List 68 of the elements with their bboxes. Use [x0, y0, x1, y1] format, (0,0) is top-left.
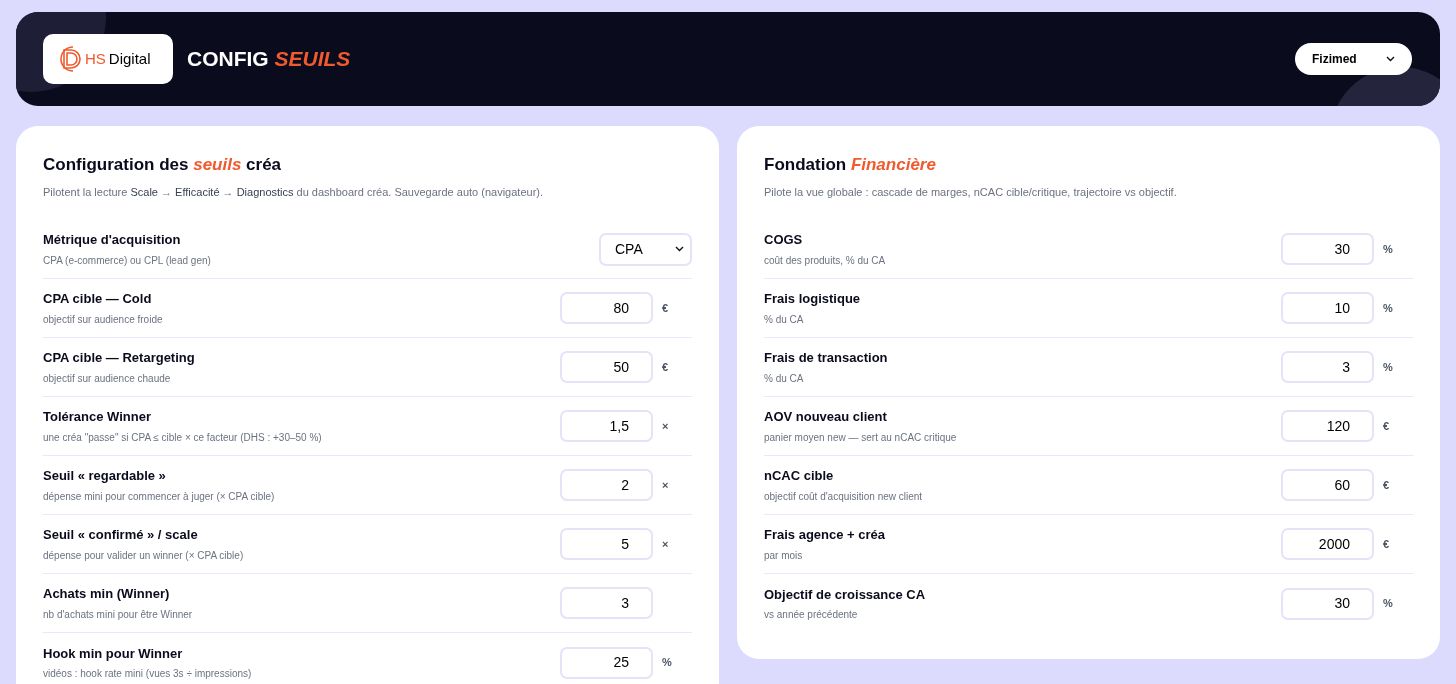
unit-label: %: [661, 655, 673, 671]
number-input[interactable]: 30: [1281, 587, 1374, 620]
setting-label: Métrique d'acquisition: [43, 231, 182, 250]
metric-select[interactable]: CPA: [599, 232, 692, 266]
setting-label: nCAC cible: [764, 467, 835, 486]
unit-label: €: [1382, 536, 1391, 552]
number-input[interactable]: 2000: [1281, 528, 1374, 560]
card-subtitle: Pilote la vue globale : cascade de marges, nCAC cible/critique, trajectoire vs objectif.: [764, 184, 1178, 200]
number-input[interactable]: 80: [560, 292, 653, 324]
setting-hint: dépense mini pour commencer à juger (× CPA cible): [43, 489, 276, 504]
card-title: Fondation Financière: [764, 154, 937, 176]
number-input[interactable]: 3: [1281, 351, 1374, 383]
setting-label: AOV nouveau client: [764, 408, 888, 427]
page-title: CONFIG SEUILS: [187, 46, 351, 73]
chevron-down-icon: [1386, 56, 1395, 62]
setting-hint: vidéos : hook rate mini (vues 3s ÷ impressions): [43, 667, 253, 682]
number-input[interactable]: 3: [560, 587, 653, 619]
setting-label: Objectif de croissance CA: [764, 585, 927, 604]
setting-label: Seuil « regardable »: [43, 467, 167, 486]
setting-hint: nb d'achats mini pour être Winner: [43, 607, 194, 622]
setting-hint: % du CA: [764, 312, 805, 327]
unit-label: €: [661, 300, 670, 316]
number-input[interactable]: 30: [1281, 233, 1374, 265]
number-input[interactable]: 25: [560, 646, 653, 679]
unit-label: €: [1382, 418, 1391, 434]
client-select[interactable]: Fizimed: [1295, 43, 1412, 75]
setting-label: Tolérance Winner: [43, 408, 152, 427]
unit-label: ×: [661, 477, 670, 493]
number-input[interactable]: 1,5: [560, 410, 653, 442]
setting-hint: CPA (e-commerce) ou CPL (lead gen): [43, 253, 212, 268]
setting-hint: panier moyen new — sert au nCAC critique: [764, 430, 958, 445]
setting-label: Frais logistique: [764, 290, 862, 309]
setting-hint: une créa "passe" si CPA ≤ cible × ce facteur (DHS : +30–50 %): [43, 430, 323, 445]
setting-label: COGS: [764, 231, 804, 250]
card-title: Configuration des seuils créa: [43, 154, 283, 176]
card-subtitle: Pilotent la lecture Scale → Efficacité → Diagnostics du dashboard créa. Sauvegarde auto (navigateur).: [43, 184, 544, 200]
setting-hint: par mois: [764, 548, 804, 563]
unit-label: ×: [661, 536, 670, 552]
setting-hint: objectif sur audience froide: [43, 312, 164, 327]
number-input[interactable]: 10: [1281, 292, 1374, 324]
setting-label: Seuil « confirmé » / scale: [43, 526, 199, 545]
unit-label: €: [1382, 477, 1391, 493]
setting-hint: objectif sur audience chaude: [43, 371, 172, 386]
setting-hint: objectif coût d'acquisition new client: [764, 489, 924, 504]
logo-text: Digital: [108, 48, 151, 69]
setting-hint: coût des produits, % du CA: [764, 253, 887, 268]
unit-label: %: [1382, 300, 1394, 316]
unit-label: %: [1382, 359, 1394, 375]
setting-label: CPA cible — Retargeting: [43, 349, 196, 368]
unit-label: €: [661, 359, 670, 375]
number-input[interactable]: 2: [560, 469, 653, 501]
unit-label: %: [1382, 241, 1394, 257]
logo-text: HS: [85, 48, 106, 69]
number-input[interactable]: 5: [560, 528, 653, 560]
number-input[interactable]: 120: [1281, 410, 1374, 442]
number-input[interactable]: 50: [560, 351, 653, 383]
setting-label: Hook min pour Winner: [43, 644, 184, 663]
unit-label: %: [1382, 596, 1394, 612]
setting-hint: dépense pour valider un winner (× CPA cible): [43, 548, 245, 563]
unit-label: ×: [661, 418, 670, 434]
setting-label: Frais de transaction: [764, 349, 889, 368]
setting-hint: vs année précédente: [764, 608, 859, 623]
setting-label: Frais agence + créa: [764, 526, 887, 545]
setting-label: Achats min (Winner): [43, 585, 171, 604]
setting-label: CPA cible — Cold: [43, 290, 153, 309]
chevron-down-icon: [675, 246, 684, 252]
number-input[interactable]: 60: [1281, 469, 1374, 501]
setting-hint: % du CA: [764, 371, 805, 386]
